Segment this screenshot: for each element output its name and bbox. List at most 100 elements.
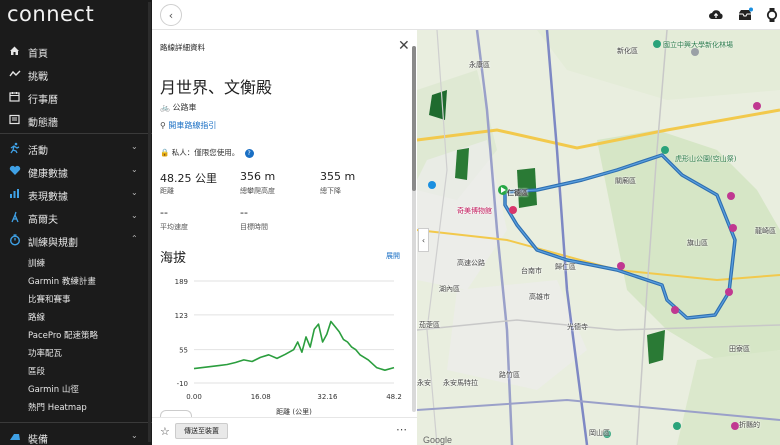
info-icon[interactable]: ? [244,149,254,158]
sidebar-item-label: 訓練與規劃 [28,238,78,249]
stat-avg-speed-value: -- [160,206,168,219]
sidebar-subitem-heatmap[interactable]: 熱門 Heatmap [28,401,87,413]
map-label: 旗山區 [687,239,708,247]
panel-scrollbar[interactable] [412,46,416,412]
road-bike-icon: 🚲 [160,103,170,112]
directions-label: 開車路線指引 [168,121,217,130]
location-pin-icon: ⚲ [160,121,166,130]
lock-icon: 🔒 [160,148,170,157]
sidebar-subitem-segments[interactable]: 區段 [28,365,45,377]
close-icon[interactable]: ✕ [398,38,410,54]
privacy-setting[interactable]: 🔒 私人：僅限您使用。 ? [160,147,254,158]
sidebar-item-label: 活動 [28,146,48,157]
sidebar-item-golf[interactable]: 高爾夫 ⌄ [0,206,152,228]
performance-icon [8,187,21,200]
chevron-down-icon: ⌄ [131,431,138,440]
star-icon[interactable]: ☆ [160,425,170,438]
gear-icon [8,430,21,443]
y-tick-label: 189 [175,278,188,286]
map-label: 龍崎區 [755,227,776,235]
training-icon [8,233,21,246]
sidebar-subitem-power-guide[interactable]: 功率配瓦 [28,347,62,359]
map-label: 永康區 [469,61,490,69]
activity-type-label: 公路車 [172,103,197,112]
elevation-series-line [193,320,395,371]
map-label: 光德寺 [567,323,588,331]
map-label: 仁德區 [507,189,528,197]
sidebar-subitem-courses[interactable]: 路線 [28,311,45,323]
chevron-up-icon: ⌃ [131,234,138,243]
sidebar-item-home[interactable]: 首頁 [0,40,152,62]
x-axis-label: 距離 (公里) [276,407,312,416]
challenge-icon [8,67,21,80]
route-map[interactable]: 永康區 仁德區 奇美博物館 新化區 虎形山公園(空山祭) 關廟區 龍崎區 歸仁區… [417,30,780,445]
elevation-title: 海拔 [160,251,187,266]
more-options-icon[interactable]: ⋯ [396,423,407,436]
back-button[interactable]: ‹ [160,4,182,26]
stat-distance-label: 距離 [160,187,174,195]
map-label: 折縣的 [739,421,760,429]
send-to-device-button[interactable]: 傳送至裝置 [175,423,228,439]
sidebar-subitem-training[interactable]: 訓練 [28,257,45,269]
sidebar-item-calendar[interactable]: 行事曆 [0,86,152,108]
panel-header: 路線詳細資料 [160,43,205,52]
chevron-down-icon: ⌄ [131,211,138,220]
sidebar-item-label: 高爾夫 [28,215,58,226]
x-tick-label: 32.16 [317,393,338,401]
sidebar-item-newsfeed[interactable]: 動態牆 [0,109,152,131]
connect-logo[interactable]: connect [7,2,94,26]
map-label: 台南市 [521,267,542,275]
chevron-left-icon: ‹ [168,8,174,22]
sidebar-item-challenges[interactable]: 挑戰 [0,63,152,85]
map-label: 高雄市 [529,293,550,301]
upload-cloud-icon[interactable] [708,7,724,23]
sidebar-item-activities[interactable]: 活動 ⌄ [0,137,152,159]
sidebar-item-label: 表現數據 [28,192,68,203]
sidebar-item-gear[interactable]: 裝備 ⌄ [0,426,152,445]
sidebar-scrollbar[interactable] [148,2,151,442]
expand-link[interactable]: 展開 [386,251,400,261]
chevron-down-icon: ⌄ [131,165,138,174]
watch-icon[interactable] [764,7,780,23]
stat-descent-label: 總下降 [320,187,341,195]
map-label: 岡山區 [589,429,610,437]
map-label: 路竹區 [499,371,520,379]
sidebar-item-label: 首頁 [28,49,48,60]
inbox-icon[interactable] [737,7,753,23]
map-label: 永安 [417,379,431,387]
map-label: 永安馬特拉 [443,379,478,387]
golf-icon [8,210,21,223]
map-label: 奇美博物館 [457,207,492,215]
stat-ascent-value: 356 m [240,170,276,183]
collapse-panel-button[interactable]: ‹ [418,228,429,252]
map-label: 高速公路 [457,259,485,267]
driving-directions-link[interactable]: ⚲ 開車路線指引 [160,120,216,131]
map-label: 田寮區 [729,345,750,353]
map-label: 虎形山公園(空山祭) [675,155,737,163]
sidebar-divider [0,422,152,423]
heart-icon [8,164,21,177]
stat-ascent-label: 總攀爬高度 [240,187,275,195]
elevation-chart[interactable]: 189 123 55 -10 0.00 16.08 32.16 48.2 距離 (公里) [160,273,408,423]
sidebar-item-label: 動態牆 [28,118,58,129]
y-tick-label: 55 [179,347,188,355]
sidebar-subitem-trails[interactable]: Garmin 山徑 [28,383,79,395]
map-label: 國立中興大學新化林場 [663,41,733,49]
activities-icon [8,141,21,154]
sidebar-subitem-events[interactable]: 比賽和賽事 [28,293,71,305]
privacy-label: 私人：僅限您使用。 [171,148,240,157]
stat-target-time-label: 目標時間 [240,223,268,231]
sidebar-subitem-garmin-coach[interactable]: Garmin 教練計畫 [28,275,96,287]
scrollbar-thumb[interactable] [412,46,416,191]
sidebar-subitem-pacepro[interactable]: PacePro 配速策略 [28,329,98,341]
sidebar-item-training[interactable]: 訓練與規劃 ⌃ [0,229,152,251]
x-tick-label: 48.2 [386,393,402,401]
sidebar-item-label: 挑戰 [28,72,48,83]
google-logo: Google [423,435,453,445]
sidebar-item-performance[interactable]: 表現數據 ⌄ [0,183,152,205]
map-label: 歸仁區 [555,263,576,271]
sidebar: connect 首頁 挑戰 行事曆 動態牆 活動 ⌄ 健康數據 ⌄ 表現數據 ⌄… [0,0,152,445]
sidebar-item-health[interactable]: 健康數據 ⌄ [0,160,152,182]
route-details-panel: 路線詳細資料 ✕ 月世界、文衡殿 🚲 公路車 ⚲ 開車路線指引 🔒 私人：僅限您… [152,30,417,445]
map-label: 關廟區 [615,177,636,185]
